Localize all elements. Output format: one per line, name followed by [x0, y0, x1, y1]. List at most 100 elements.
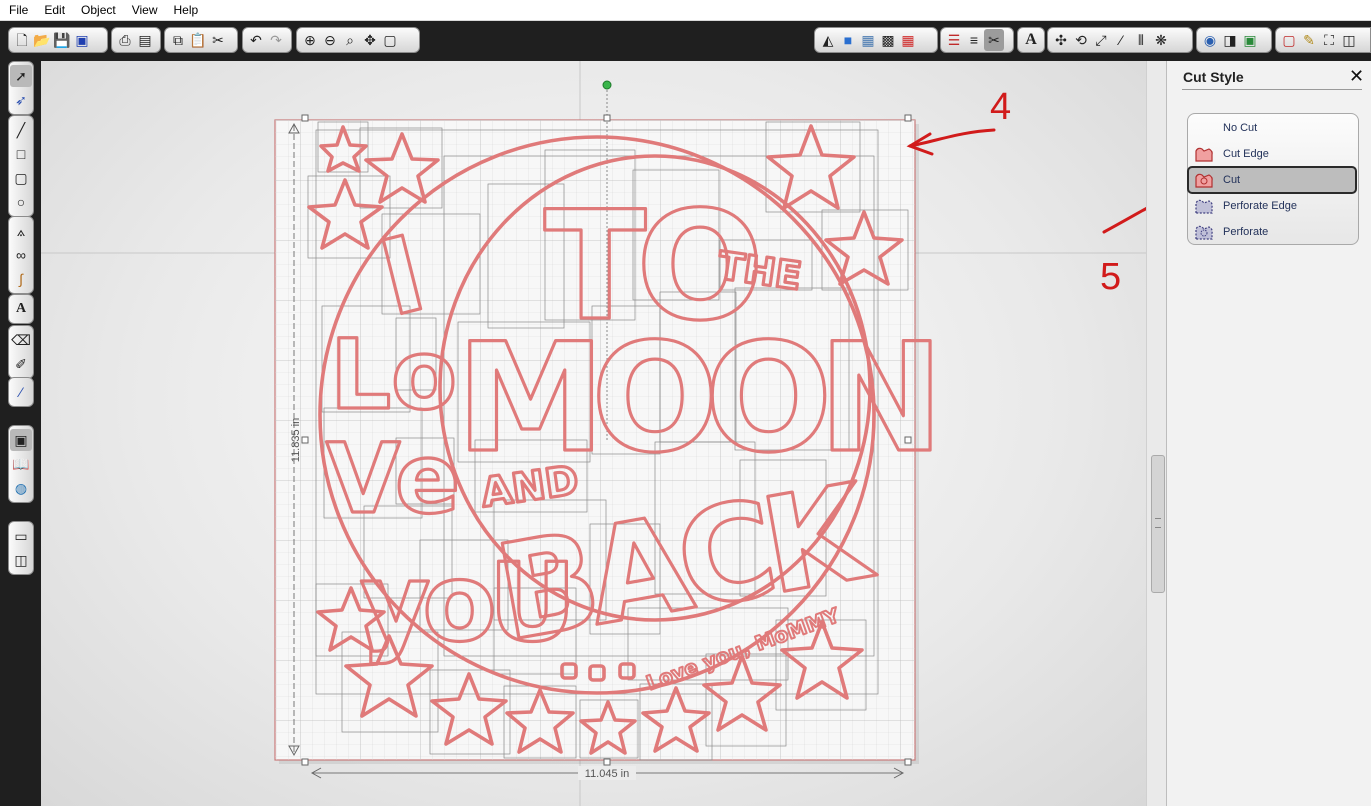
annotation-arrows [906, 128, 1146, 234]
move-icon[interactable]: ✣ [1051, 29, 1071, 51]
modify-icon[interactable]: ◉ [1200, 29, 1220, 51]
save-icon[interactable]: 💾 [52, 29, 72, 51]
arrow-5 [1102, 206, 1146, 234]
print-cut-icon[interactable]: ▤ [135, 29, 155, 51]
cut-style-option-no-cut[interactable]: No Cut [1189, 116, 1355, 140]
design-canvas[interactable]: I TO THE Lo MOON Ve AND yoU BACK Love yo… [41, 61, 1146, 806]
fullscreen-icon[interactable]: ⛶ [1319, 29, 1339, 51]
modify-toolbar-group: ◉ ◨ ▣ [1196, 27, 1272, 53]
fill-icon[interactable]: ◭ [818, 29, 838, 51]
rectangle-tool-icon[interactable]: □ [10, 143, 32, 165]
redo-icon[interactable]: ↷ [266, 29, 286, 51]
split-icon[interactable]: ◫ [1339, 29, 1359, 51]
word-ve: Ve [326, 423, 460, 535]
mirror-icon[interactable]: ⫴ [1131, 29, 1151, 51]
library-icon[interactable]: 📖 [10, 453, 32, 475]
word-moon: MOON [456, 312, 930, 486]
polygon-tool-icon[interactable]: ⟑ [10, 220, 32, 242]
save-3d-icon[interactable]: ▣ [72, 29, 92, 51]
canvas-scrollbar[interactable] [1146, 61, 1167, 806]
trace-icon[interactable]: ▣ [1240, 29, 1260, 51]
sketch-icon[interactable]: ✎ [1299, 29, 1319, 51]
window-toolbar-group: ▢ ✎ ⛶ ◫ [1275, 27, 1371, 53]
copy-icon[interactable]: ⧉ [168, 29, 188, 51]
page-setup-icon[interactable]: ▢ [1279, 29, 1299, 51]
pan-icon[interactable]: ✥ [360, 29, 380, 51]
line-color-icon[interactable]: ☰ [944, 29, 964, 51]
main-toolbar: 🗋 📂 💾 ▣ ⎙ ▤ ⧉ 📋 ✂ ↶ ↷ ⊕ ⊖ ⌕ ✥ ▢ ◭ ■ ▦ ▩ … [0, 21, 1371, 61]
curve-tool-icon[interactable]: ∞ [10, 244, 32, 266]
design-page-icon[interactable]: ▣ [10, 429, 32, 451]
text-tool-icon[interactable]: A [10, 298, 32, 320]
shear-icon[interactable]: ⁄ [1111, 29, 1131, 51]
scrollbar-thumb[interactable] [1151, 455, 1165, 593]
fill-tools-group: ⁄ [8, 377, 34, 407]
menu-edit[interactable]: Edit [35, 0, 72, 20]
ellipse-tool-icon[interactable]: ○ [10, 191, 32, 213]
menu-view[interactable]: View [123, 0, 165, 20]
cut-edge-icon [1193, 145, 1215, 163]
text-tools-group: A [8, 294, 34, 324]
layout-panel-icon[interactable]: ◫ [10, 549, 32, 571]
send-panel-icon[interactable]: ▭ [10, 525, 32, 547]
file-toolbar-group: 🗋 📂 💾 ▣ [8, 27, 108, 53]
grid-fill-icon[interactable]: ▦ [898, 29, 918, 51]
line-style-icon[interactable]: ≡ [964, 29, 984, 51]
rotate-icon[interactable]: ⟲ [1071, 29, 1091, 51]
new-file-icon[interactable]: 🗋 [12, 29, 32, 51]
left-toolbar: ➚ ➶ ╱ □ ▢ ○ ⟑ ∞ ∫ A ⌫ ✐ ⁄ ▣ 📖 ◍ ▭ ◫ [0, 61, 41, 806]
layout-tools-group: ▭ ◫ [8, 521, 34, 575]
cut-icon[interactable]: ✂ [208, 29, 228, 51]
text-style-icon[interactable]: A [1021, 29, 1041, 51]
perforate-edge-icon [1193, 197, 1215, 215]
text-toolbar-group: A [1017, 27, 1045, 53]
pattern-icon[interactable]: ▦ [858, 29, 878, 51]
cut-style-option-cut-edge[interactable]: Cut Edge [1189, 142, 1355, 166]
eyedropper-icon[interactable]: ⁄ [10, 381, 32, 403]
undo-icon[interactable]: ↶ [246, 29, 266, 51]
menu-help[interactable]: Help [165, 0, 206, 20]
line-tool-icon[interactable]: ╱ [10, 119, 32, 141]
clipboard-toolbar-group: ⧉ 📋 ✂ [164, 27, 238, 53]
knife-icon[interactable]: ✐ [10, 353, 32, 375]
rotation-handle[interactable] [602, 80, 612, 90]
close-icon[interactable]: ✕ [1349, 66, 1364, 87]
panel-title: Cut Style [1183, 69, 1244, 85]
annotation-number-5: 5 [1100, 256, 1122, 298]
color-icon[interactable]: ■ [838, 29, 858, 51]
offset-icon[interactable]: ◨ [1220, 29, 1240, 51]
print-icon[interactable]: ⎙ [115, 29, 135, 51]
cut-style-icon[interactable]: ✂ [984, 29, 1004, 51]
scale-icon[interactable]: ⤢ [1091, 29, 1111, 51]
fit-page-icon[interactable]: ▢ [380, 29, 400, 51]
select-icon[interactable]: ➚ [10, 65, 32, 87]
perforate-icon [1193, 223, 1215, 241]
cut-style-list: No Cut Cut Edge Cut Perforate Edge Perfo… [1187, 113, 1359, 245]
option-label: Cut [1223, 174, 1241, 186]
freehand-tool-icon[interactable]: ∫ [10, 268, 32, 290]
panel-tools-group: ▣ 📖 ◍ [8, 425, 34, 503]
open-folder-icon[interactable]: 📂 [32, 29, 52, 51]
cut-style-option-cut[interactable]: Cut [1187, 166, 1357, 194]
transform-toolbar-group: ✣ ⟲ ⤢ ⁄ ⫴ ❋ [1047, 27, 1193, 53]
zoom-select-icon[interactable]: ⌕ [340, 29, 360, 51]
no-cut-icon [1193, 119, 1215, 137]
rounded-rect-tool-icon[interactable]: ▢ [10, 167, 32, 189]
zoom-toolbar-group: ⊕ ⊖ ⌕ ✥ ▢ [296, 27, 420, 53]
zoom-out-icon[interactable]: ⊖ [320, 29, 340, 51]
draw-tools-group: ╱ □ ▢ ○ [8, 115, 34, 217]
zoom-in-icon[interactable]: ⊕ [300, 29, 320, 51]
point-edit-icon[interactable]: ➶ [10, 89, 32, 111]
menu-object[interactable]: Object [72, 0, 123, 20]
cut-style-option-perforate[interactable]: Perforate [1189, 220, 1355, 244]
menu-file[interactable]: File [0, 0, 35, 20]
replicate-icon[interactable]: ❋ [1151, 29, 1171, 51]
texture-icon[interactable]: ▩ [878, 29, 898, 51]
canvas-svg: I TO THE Lo MOON Ve AND yoU BACK Love yo… [41, 61, 1146, 806]
store-icon[interactable]: ◍ [10, 477, 32, 499]
eraser-icon[interactable]: ⌫ [10, 329, 32, 351]
print-toolbar-group: ⎙ ▤ [111, 27, 161, 53]
cut-style-option-perforate-edge[interactable]: Perforate Edge [1189, 194, 1355, 218]
cut-icon [1193, 171, 1215, 189]
paste-icon[interactable]: 📋 [188, 29, 208, 51]
